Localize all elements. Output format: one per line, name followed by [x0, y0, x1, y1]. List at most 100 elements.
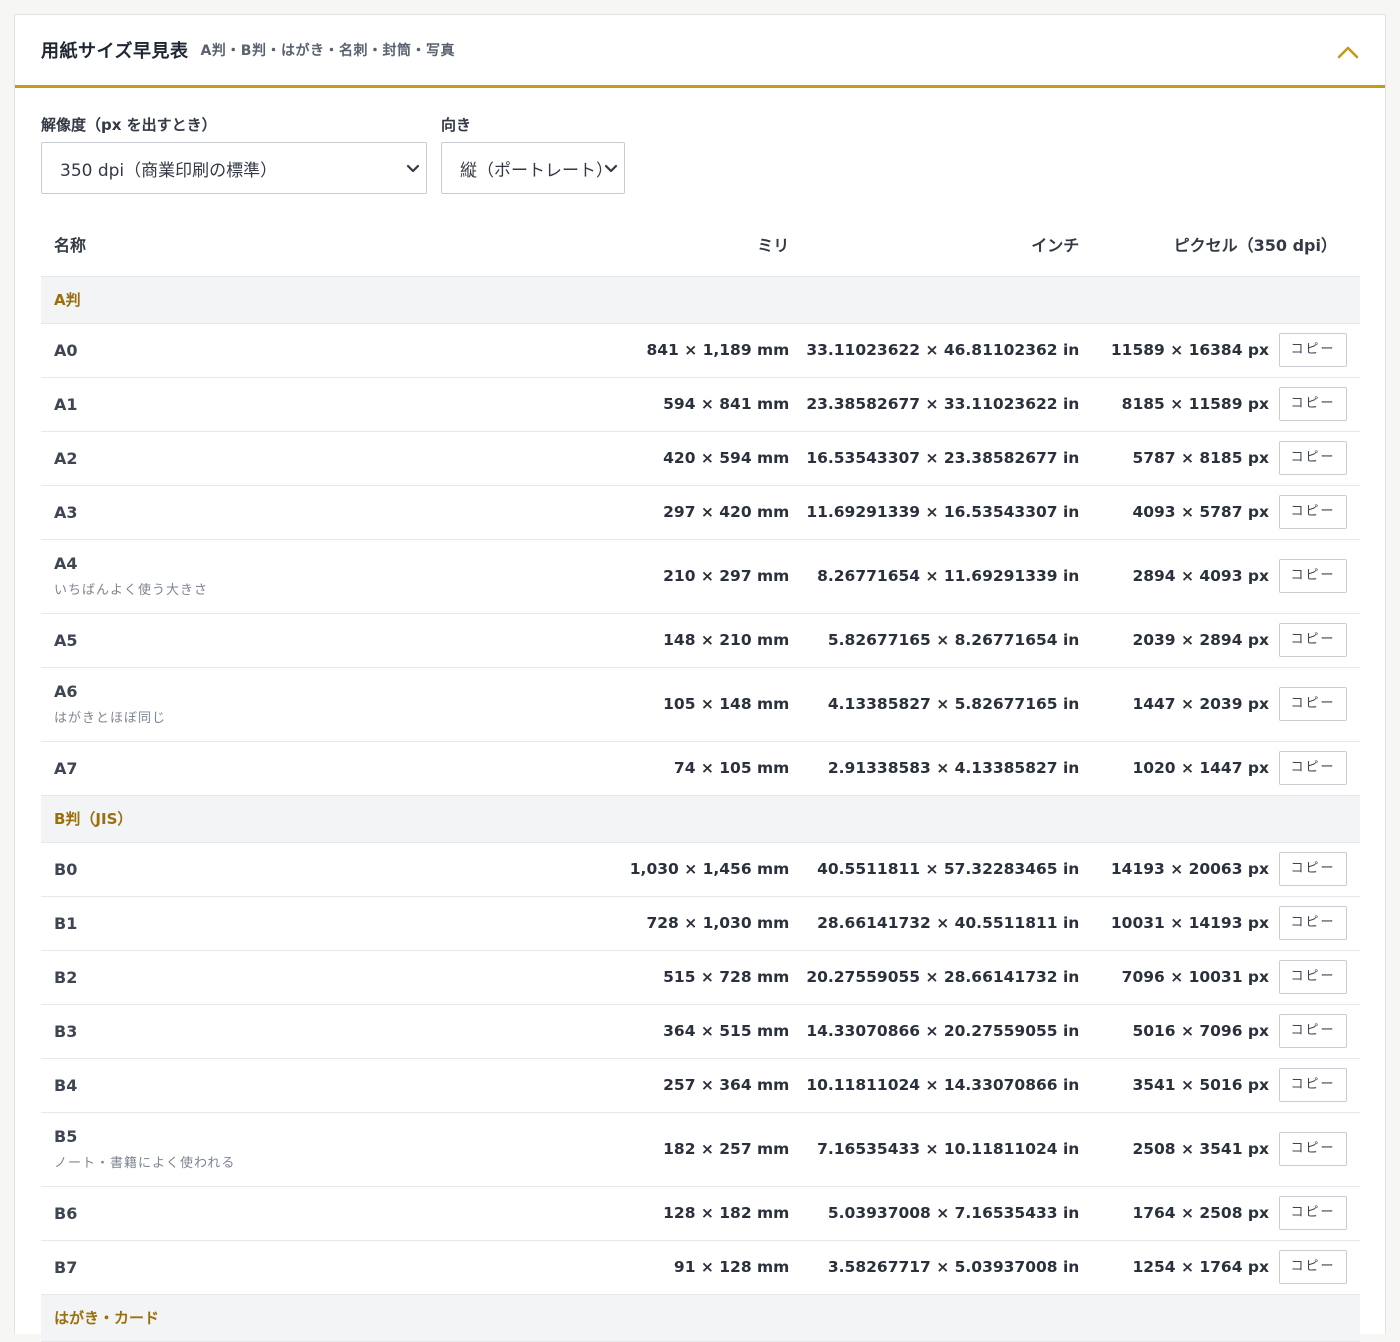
controls-bar: 解像度（px を出すとき） 350 dpi（商業印刷の標準） 向き 縦（ポートレ…: [15, 88, 1385, 194]
copy-button[interactable]: コピー: [1279, 333, 1347, 367]
table-row: B7 91 × 128 mm 3.58267717 × 5.03937008 in 1…: [41, 1240, 1360, 1295]
copy-button[interactable]: コピー: [1279, 1196, 1347, 1230]
table-header-row: 名称 ミリ インチ ピクセル（350 dpi）: [41, 212, 1360, 277]
copy-button[interactable]: コピー: [1279, 387, 1347, 421]
px-value: 3541 × 5016 px: [1132, 1076, 1269, 1094]
chevron-up-icon[interactable]: [1335, 39, 1361, 65]
cell-name: B5 ノート・書籍によく使われる: [41, 1112, 592, 1187]
copy-button[interactable]: コピー: [1279, 495, 1347, 529]
dpi-control: 解像度（px を出すとき） 350 dpi（商業印刷の標準）: [41, 114, 427, 194]
size-note: はがきとほぼ同じ: [54, 711, 167, 726]
cell-inch: 5.03937008 × 7.16535433 in: [806, 1186, 1097, 1241]
cell-mm: 1,030 × 1,456 mm: [591, 842, 807, 897]
panel-subtitle: A判・B判・はがき・名刺・封筒・写真: [200, 43, 455, 59]
cell-name: B0: [41, 842, 592, 897]
cell-inch: 33.11023622 × 46.81102362 in: [806, 323, 1097, 378]
size-name: B4: [54, 1075, 78, 1095]
size-note: いちばんよく使う大きさ: [54, 583, 209, 598]
cell-px: 1447 × 2039 px コピー: [1096, 667, 1360, 742]
copy-button[interactable]: コピー: [1279, 1014, 1347, 1048]
cell-name: A2: [41, 431, 592, 486]
cell-mm: 105 × 148 mm: [591, 667, 807, 742]
dpi-label: 解像度（px を出すとき）: [41, 116, 217, 134]
table-row: A3 297 × 420 mm 11.69291339 × 16.53543307 …: [41, 485, 1360, 540]
cell-px: 2894 × 4093 px コピー: [1096, 539, 1360, 614]
size-name: B6: [54, 1203, 78, 1223]
size-note: ノート・書籍によく使われる: [54, 1156, 236, 1171]
cell-px: 5016 × 7096 px コピー: [1096, 1004, 1360, 1059]
copy-button[interactable]: コピー: [1279, 906, 1347, 940]
px-value: 5787 × 8185 px: [1132, 449, 1269, 467]
copy-button[interactable]: コピー: [1279, 1132, 1347, 1166]
copy-button[interactable]: コピー: [1279, 623, 1347, 657]
cell-inch: 5.82677165 × 8.26771654 in: [806, 613, 1097, 668]
cell-name: B4: [41, 1058, 592, 1113]
column-header-inch: インチ: [806, 212, 1097, 277]
size-name: B1: [54, 913, 78, 933]
group-label: B判（JIS）: [41, 795, 1360, 843]
chevron-down-icon: [604, 161, 618, 175]
dpi-select[interactable]: 350 dpi（商業印刷の標準）: [41, 142, 427, 194]
table-row: B4 257 × 364 mm 10.11811024 × 14.33070866 …: [41, 1058, 1360, 1113]
table-row: B1 728 × 1,030 mm 28.66141732 × 40.5511811…: [41, 896, 1360, 951]
copy-button[interactable]: コピー: [1279, 1250, 1347, 1284]
group-row: B判（JIS）: [41, 795, 1360, 843]
cell-inch: 4.13385827 × 5.82677165 in: [806, 667, 1097, 742]
cell-px: 11589 × 16384 px コピー: [1096, 323, 1360, 378]
table-row: A4 いちばんよく使う大きさ 210 × 297 mm 8.26771654 × 11…: [41, 539, 1360, 614]
orientation-select[interactable]: 縦（ポートレート）: [441, 142, 625, 194]
cell-px: 5787 × 8185 px コピー: [1096, 431, 1360, 486]
size-name: A4: [54, 554, 78, 573]
cell-mm: 182 × 257 mm: [591, 1112, 807, 1187]
px-value: 11589 × 16384 px: [1110, 341, 1269, 359]
group-label: A判: [41, 276, 1360, 324]
cell-name: B2: [41, 950, 592, 1005]
table-row: B2 515 × 728 mm 20.27559055 × 28.66141732 …: [41, 950, 1360, 1005]
copy-button[interactable]: コピー: [1279, 441, 1347, 475]
size-name: A5: [54, 630, 78, 650]
copy-button[interactable]: コピー: [1279, 852, 1347, 886]
size-name: A6: [54, 682, 78, 701]
cell-px: 1254 × 1764 px コピー: [1096, 1240, 1360, 1295]
px-value: 8185 × 11589 px: [1121, 395, 1269, 413]
cell-inch: 23.38582677 × 33.11023622 in: [806, 377, 1097, 432]
cell-name: A1: [41, 377, 592, 432]
cell-mm: 210 × 297 mm: [591, 539, 807, 614]
table-row: A1 594 × 841 mm 23.38582677 × 33.11023622 …: [41, 377, 1360, 432]
cell-inch: 7.16535433 × 10.11811024 in: [806, 1112, 1097, 1187]
copy-button[interactable]: コピー: [1279, 559, 1347, 593]
cell-mm: 297 × 420 mm: [591, 485, 807, 540]
px-value: 2508 × 3541 px: [1132, 1140, 1269, 1158]
cell-px: 1764 × 2508 px コピー: [1096, 1186, 1360, 1241]
px-value: 10031 × 14193 px: [1110, 914, 1269, 932]
px-value: 2894 × 4093 px: [1132, 567, 1269, 585]
size-name: A7: [54, 758, 78, 778]
cell-px: 2508 × 3541 px コピー: [1096, 1112, 1360, 1187]
table-row: A0 841 × 1,189 mm 33.11023622 × 46.8110236…: [41, 323, 1360, 378]
size-name: A2: [54, 448, 78, 468]
orientation-label: 向き: [441, 116, 472, 134]
cell-name: B6: [41, 1186, 592, 1241]
px-value: 1254 × 1764 px: [1132, 1258, 1269, 1276]
cell-mm: 148 × 210 mm: [591, 613, 807, 668]
table-row: B3 364 × 515 mm 14.33070866 × 20.27559055 …: [41, 1004, 1360, 1059]
cell-name: A7: [41, 741, 592, 796]
copy-button[interactable]: コピー: [1279, 1068, 1347, 1102]
dpi-select-value: 350 dpi（商業印刷の標準）: [60, 160, 278, 181]
cell-px: 8185 × 11589 px コピー: [1096, 377, 1360, 432]
size-name: B5: [54, 1127, 78, 1146]
cell-name: A4 いちばんよく使う大きさ: [41, 539, 592, 614]
px-value: 5016 × 7096 px: [1132, 1022, 1269, 1040]
cell-inch: 16.53543307 × 23.38582677 in: [806, 431, 1097, 486]
panel-title: 用紙サイズ早見表: [41, 41, 189, 62]
copy-button[interactable]: コピー: [1279, 687, 1347, 721]
size-name: B2: [54, 967, 78, 987]
size-name: B0: [54, 859, 78, 879]
cell-name: A3: [41, 485, 592, 540]
copy-button[interactable]: コピー: [1279, 960, 1347, 994]
group-row: A判: [41, 276, 1360, 324]
copy-button[interactable]: コピー: [1279, 751, 1347, 785]
size-name: B3: [54, 1021, 78, 1041]
cell-inch: 28.66141732 × 40.5511811 in: [806, 896, 1097, 951]
panel-header[interactable]: 用紙サイズ早見表 A判・B判・はがき・名刺・封筒・写真: [15, 15, 1385, 88]
